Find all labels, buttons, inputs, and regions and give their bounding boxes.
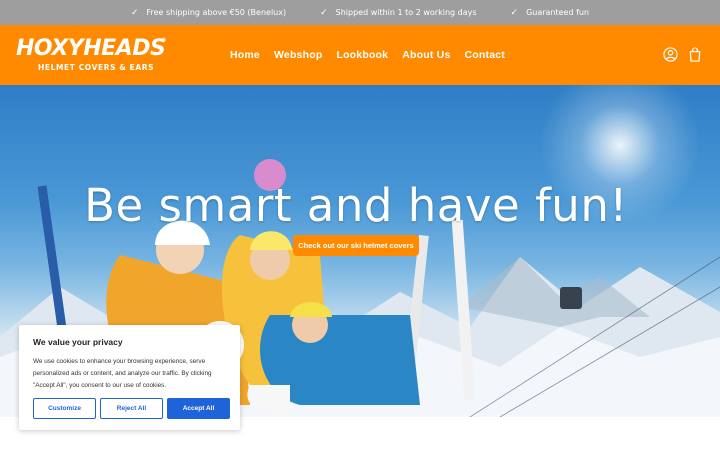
usp-text: Free shipping above €50 (Benelux) xyxy=(146,8,287,17)
usp-item: ✓ Free shipping above €50 (Benelux) xyxy=(131,8,286,18)
cookie-text: We use cookies to enhance your browsing … xyxy=(33,358,212,389)
logo-tagline: HELMET COVERS & EARS xyxy=(38,63,155,72)
registered-mark: ® xyxy=(161,37,167,44)
cookie-title: We value your privacy xyxy=(33,337,123,347)
usp-item: ✓ Guaranteed fun xyxy=(511,8,590,18)
header-icons xyxy=(663,47,702,62)
nav-lookbook[interactable]: Lookbook xyxy=(336,49,388,61)
customize-button[interactable]: Customize xyxy=(33,398,96,419)
logo[interactable]: HOXYHEADS ® HELMET COVERS & EARS xyxy=(16,36,167,75)
shop-ski-helmet-covers-button[interactable]: Check out our ski helmet covers xyxy=(293,235,419,256)
accept-all-button[interactable]: Accept All xyxy=(167,398,230,419)
main-nav: Home Webshop Lookbook About Us Contact xyxy=(230,25,505,85)
usp-item: ✓ Shipped within 1 to 2 working days xyxy=(320,8,476,18)
cookie-buttons: Customize Reject All Accept All xyxy=(33,398,230,419)
reject-all-button[interactable]: Reject All xyxy=(100,398,163,419)
check-icon: ✓ xyxy=(510,7,519,18)
usp-text: Shipped within 1 to 2 working days xyxy=(335,8,477,17)
site-header: HOXYHEADS ® HELMET COVERS & EARS Home We… xyxy=(0,25,720,85)
announcement-bar: ✓ Free shipping above €50 (Benelux) ✓ Sh… xyxy=(0,0,720,25)
nav-contact[interactable]: Contact xyxy=(464,49,504,61)
nav-webshop[interactable]: Webshop xyxy=(274,49,322,61)
logo-brand: HOXYHEADS xyxy=(16,36,166,61)
check-icon: ✓ xyxy=(320,7,328,18)
hero-title: Be smart and have fun! xyxy=(84,179,628,232)
usp-text: Guaranteed fun xyxy=(526,8,590,17)
account-icon[interactable] xyxy=(663,47,678,62)
nav-about-us[interactable]: About Us xyxy=(402,49,450,61)
cart-icon[interactable] xyxy=(688,47,702,62)
check-icon: ✓ xyxy=(130,7,139,18)
cookie-banner: We value your privacy We use cookies to … xyxy=(19,325,240,430)
nav-home[interactable]: Home xyxy=(230,49,260,61)
